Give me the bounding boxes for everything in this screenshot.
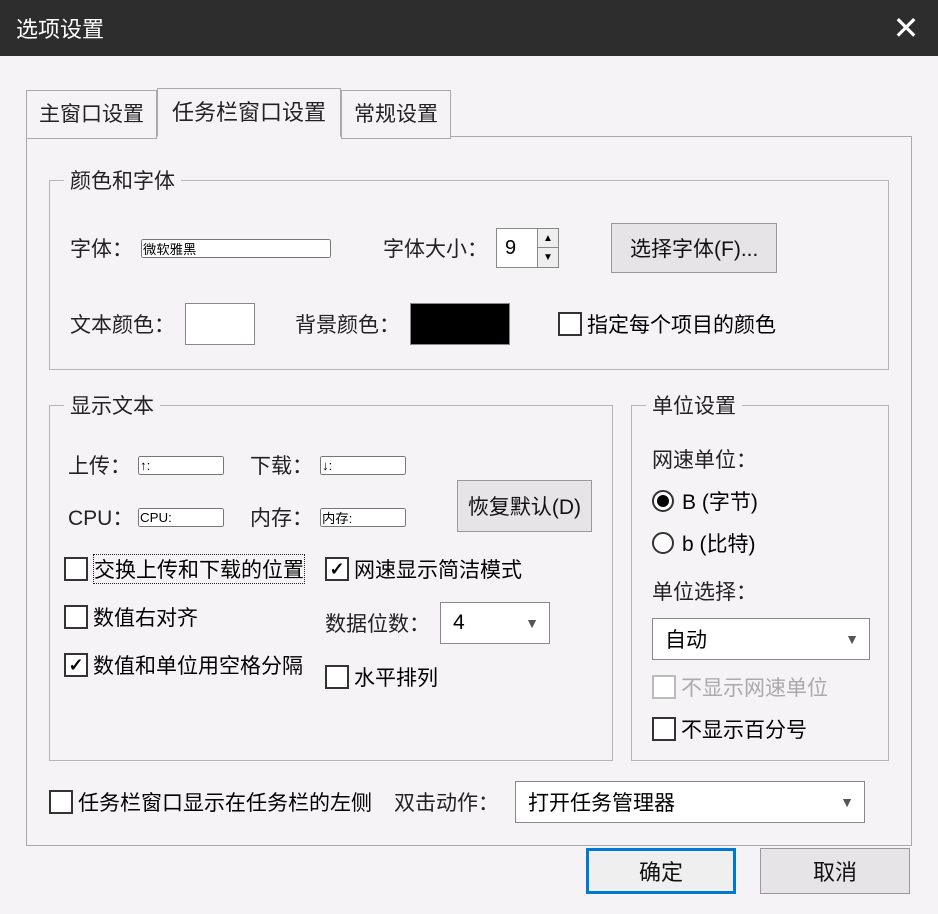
group-display-text-legend: 显示文本	[64, 390, 160, 420]
titlebar-title: 选项设置	[16, 12, 104, 44]
dblclick-value: 打开任务管理器	[528, 787, 675, 817]
download-label: 下载：	[250, 450, 314, 480]
font-size-value: 9	[497, 229, 537, 267]
per-item-color-checkbox[interactable]: 指定每个项目的颜色	[558, 309, 776, 339]
radio-bit[interactable]: b (比特)	[652, 528, 870, 558]
dblclick-combo[interactable]: 打开任务管理器 ▼	[515, 781, 865, 823]
font-size-label: 字体大小：	[383, 233, 488, 263]
font-input[interactable]	[141, 239, 331, 258]
hide-netspeed-unit-label: 不显示网速单位	[681, 672, 828, 702]
space-unit-checkbox[interactable]: 数值和单位用空格分隔	[64, 650, 305, 680]
right-align-label: 数值右对齐	[93, 602, 198, 632]
hide-percent-checkbox[interactable]: 不显示百分号	[652, 714, 870, 744]
taskbar-left-checkbox[interactable]: 任务栏窗口显示在任务栏的左侧	[49, 787, 372, 817]
radio-bit-label: b (比特)	[682, 528, 756, 558]
space-unit-label: 数值和单位用空格分隔	[93, 650, 303, 680]
swap-ul-dl-checkbox[interactable]: 交换上传和下载的位置	[64, 554, 305, 584]
bg-color-swatch[interactable]	[410, 303, 510, 345]
group-unit-settings: 单位设置 网速单位： B (字节) b (比特) 单位选择： 自动 ▼	[631, 390, 889, 761]
memory-label: 内存：	[250, 502, 314, 532]
font-label: 字体：	[70, 233, 133, 263]
titlebar: 选项设置 ✕	[0, 0, 938, 56]
hide-percent-label: 不显示百分号	[681, 714, 807, 744]
unit-select-combo[interactable]: 自动 ▼	[652, 618, 870, 660]
group-color-font-legend: 颜色和字体	[64, 165, 181, 195]
data-digits-combo[interactable]: 4 ▼	[440, 602, 550, 644]
font-size-spinner[interactable]: 9 ▲ ▼	[496, 228, 559, 268]
chevron-down-icon: ▼	[845, 631, 859, 647]
group-color-font: 颜色和字体 字体： 字体大小： 9 ▲ ▼ 选择字体(F)... 文本颜色：	[49, 165, 889, 370]
chevron-down-icon: ▼	[840, 794, 854, 810]
memory-input[interactable]	[320, 508, 406, 527]
dblclick-label: 双击动作：	[394, 787, 499, 817]
per-item-color-label: 指定每个项目的颜色	[587, 309, 776, 339]
hide-netspeed-unit-checkbox: 不显示网速单位	[652, 672, 870, 702]
text-color-swatch[interactable]	[185, 303, 255, 345]
group-unit-settings-legend: 单位设置	[646, 390, 742, 420]
cpu-input[interactable]	[138, 508, 224, 527]
cancel-button[interactable]: 取消	[760, 848, 910, 894]
right-align-checkbox[interactable]: 数值右对齐	[64, 602, 305, 632]
swap-ul-dl-label: 交换上传和下载的位置	[93, 554, 305, 584]
unit-select-label: 单位选择：	[652, 576, 870, 606]
horizontal-layout-checkbox[interactable]: 水平排列	[325, 662, 550, 692]
tab-panel: 颜色和字体 字体： 字体大小： 9 ▲ ▼ 选择字体(F)... 文本颜色：	[26, 136, 912, 846]
radio-byte[interactable]: B (字节)	[652, 486, 870, 516]
cpu-label: CPU：	[68, 502, 132, 532]
unit-select-value: 自动	[665, 624, 707, 654]
spinner-down-icon[interactable]: ▼	[538, 248, 558, 267]
spinner-up-icon[interactable]: ▲	[538, 229, 558, 248]
tab-main-window[interactable]: 主窗口设置	[26, 90, 157, 139]
concise-netspeed-checkbox[interactable]: 网速显示简洁模式	[325, 554, 550, 584]
data-digits-value: 4	[453, 611, 465, 635]
text-color-label: 文本颜色：	[70, 309, 175, 339]
chevron-down-icon: ▼	[525, 615, 539, 631]
upload-label: 上传：	[68, 450, 132, 480]
group-display-text: 显示文本 上传： 下载： CPU：	[49, 390, 613, 761]
ok-button[interactable]: 确定	[586, 848, 736, 894]
close-icon[interactable]: ✕	[874, 0, 938, 56]
taskbar-left-label: 任务栏窗口显示在任务栏的左侧	[78, 787, 372, 817]
concise-netspeed-label: 网速显示简洁模式	[354, 554, 522, 584]
restore-default-button[interactable]: 恢复默认(D)	[457, 480, 592, 532]
radio-byte-label: B (字节)	[682, 486, 758, 516]
download-input[interactable]	[320, 456, 406, 475]
upload-input[interactable]	[138, 456, 224, 475]
horizontal-layout-label: 水平排列	[354, 662, 438, 692]
bg-color-label: 背景颜色：	[295, 309, 400, 339]
tab-general[interactable]: 常规设置	[341, 90, 451, 139]
choose-font-button[interactable]: 选择字体(F)...	[611, 223, 777, 273]
tab-strip: 主窗口设置 任务栏窗口设置 常规设置	[26, 88, 912, 137]
netspeed-unit-label: 网速单位：	[652, 444, 870, 474]
tab-taskbar-window[interactable]: 任务栏窗口设置	[157, 88, 341, 137]
data-digits-label: 数据位数：	[325, 608, 430, 638]
